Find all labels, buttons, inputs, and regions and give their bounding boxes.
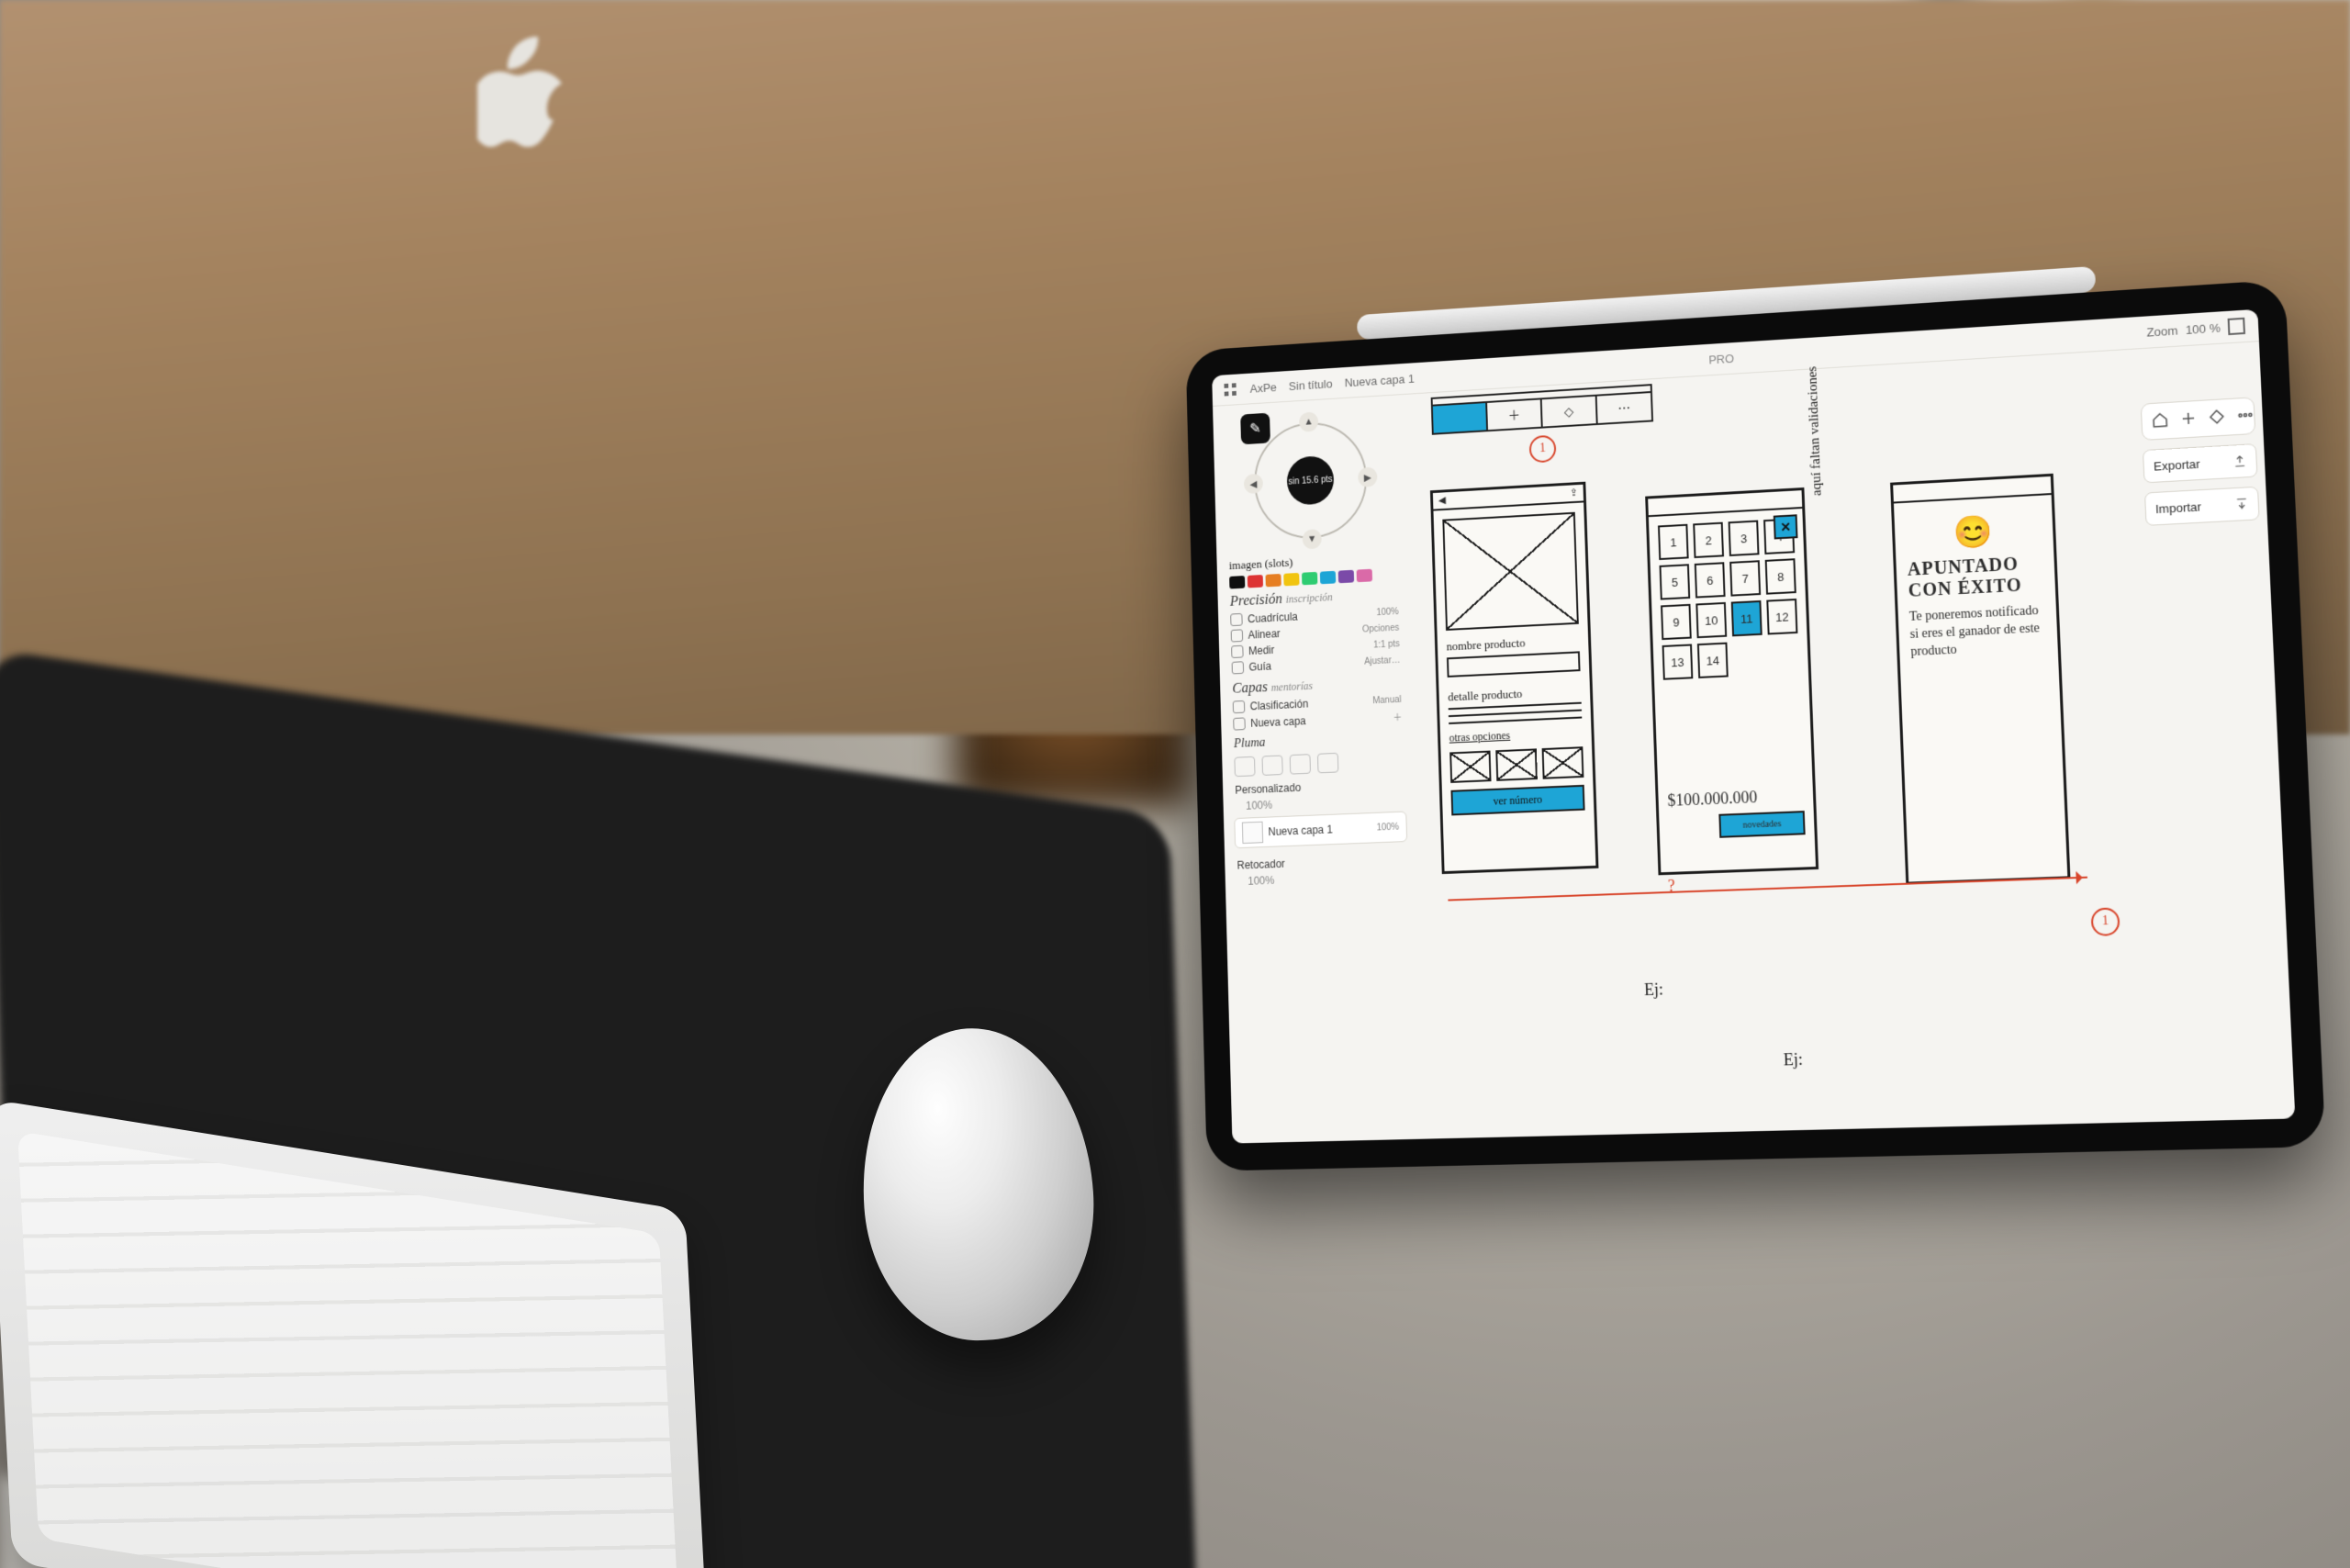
- hero-image-placeholder: [1442, 512, 1579, 631]
- swatch-orange[interactable]: [1265, 574, 1281, 587]
- pencil-tool-icon[interactable]: ✎: [1240, 413, 1270, 445]
- number-keypad: 1 2 3 4 5 6 7 8 9 10 11 12 13 14: [1658, 518, 1799, 679]
- export-button[interactable]: Exportar: [2143, 443, 2258, 483]
- success-body: Te poneremos notificado si eres el ganad…: [1909, 603, 2047, 662]
- success-emoji-icon: 😊: [1895, 510, 2053, 554]
- key: 9: [1661, 604, 1692, 640]
- right-actions: Exportar Importar: [2141, 397, 2260, 526]
- other-options: otras opciones: [1449, 725, 1583, 745]
- swatch-red[interactable]: [1248, 575, 1263, 588]
- swatch-pink[interactable]: [1357, 569, 1372, 583]
- nav-home-icon: [1433, 403, 1488, 433]
- flow-arrow: [1448, 877, 2087, 902]
- more-icon[interactable]: [2236, 406, 2255, 426]
- nav-plus-icon: ＋: [1487, 399, 1543, 430]
- wireframe-success: 😊 Apuntado con Éxito Te poneremos notifi…: [1890, 474, 2070, 885]
- key: 8: [1765, 558, 1796, 594]
- fullscreen-icon[interactable]: [2228, 318, 2245, 335]
- zoom-label: Zoom: [2146, 323, 2178, 339]
- zoom-indicator[interactable]: Zoom 100 %: [2146, 318, 2245, 341]
- flow-marker-end: 1: [2090, 907, 2120, 936]
- dial-seg[interactable]: ▶: [1358, 466, 1377, 487]
- flow-question-mark: ?: [1667, 877, 1675, 896]
- cta-ver-numero: ver número: [1450, 785, 1584, 816]
- breadcrumb: AxPe Sin título Nueva capa 1: [1249, 372, 1414, 396]
- thumbnail-row: [1449, 746, 1583, 783]
- dial-seg[interactable]: ▼: [1303, 529, 1322, 549]
- key: 10: [1695, 602, 1727, 638]
- layer-opacity: 100%: [1376, 822, 1399, 833]
- ej-label-2: Ej:: [1783, 1050, 1803, 1070]
- design-app-screen: AxPe Sin título Nueva capa 1 PRO Zoom 10…: [1212, 309, 2295, 1144]
- stroke-style-icons[interactable]: [1234, 750, 1403, 777]
- ej-label-1: Ej:: [1644, 980, 1663, 1000]
- zoom-value: 100 %: [2185, 320, 2221, 337]
- key: 5: [1660, 564, 1691, 599]
- plus-icon[interactable]: [2179, 409, 2198, 430]
- crumb-file[interactable]: Sin título: [1289, 376, 1333, 392]
- key: 2: [1693, 522, 1724, 558]
- swatch-green[interactable]: [1302, 572, 1317, 585]
- novedades-button: novedades: [1718, 811, 1805, 838]
- tool-panel: ✎ sin 15.6 pts ▲ ▶ ▼ ◀ imagen (slots): [1218, 403, 1414, 890]
- swatch-yellow[interactable]: [1283, 573, 1299, 586]
- apple-logo-icon: [477, 37, 569, 147]
- diamond-icon[interactable]: [2208, 408, 2226, 428]
- layer-thumb-icon: [1242, 822, 1263, 844]
- handwritten-note: aquí faltan validaciones: [1809, 470, 1825, 497]
- key: 7: [1729, 560, 1761, 596]
- nav-shape-icon: ◇: [1542, 397, 1598, 427]
- wireframe-product-detail: ◀⇪ nombre producto detalle producto otra…: [1430, 482, 1599, 874]
- swatch-cyan[interactable]: [1320, 571, 1336, 584]
- crumb-app[interactable]: AxPe: [1249, 380, 1276, 395]
- close-icon: ✕: [1774, 514, 1798, 539]
- crumb-layer[interactable]: Nueva capa 1: [1344, 372, 1414, 389]
- key: 13: [1662, 644, 1694, 679]
- key: 12: [1766, 599, 1797, 634]
- layer-chip[interactable]: Nueva capa 1 100%: [1234, 812, 1407, 849]
- home-icon[interactable]: [2151, 410, 2168, 431]
- product-title: nombre producto: [1446, 633, 1579, 655]
- key-highlight: 11: [1731, 600, 1762, 636]
- shape-tools: [2141, 397, 2256, 441]
- key: 6: [1695, 562, 1726, 598]
- swatch-black[interactable]: [1229, 576, 1245, 588]
- grid-icon[interactable]: [1224, 383, 1236, 396]
- success-heading: Apuntado con Éxito: [1907, 553, 2044, 602]
- desk-photo-scene: AxPe Sin título Nueva capa 1 PRO Zoom 10…: [0, 0, 2350, 1568]
- flow-marker-1: 1: [1529, 435, 1557, 464]
- wireframe-keypad: ✕ 1 2 3 4 5 6 7 8 9 10 11 12 13: [1645, 487, 1818, 875]
- key: 1: [1658, 524, 1689, 560]
- layer-name: Nueva capa 1: [1268, 823, 1333, 838]
- swatch-purple[interactable]: [1338, 570, 1354, 584]
- product-subtitle: detalle producto: [1448, 684, 1581, 704]
- ipad: AxPe Sin título Nueva capa 1 PRO Zoom 10…: [1186, 279, 2326, 1170]
- wireframe-navbar: ＋ ◇ ⋯ 1: [1431, 391, 1655, 469]
- pro-badge: PRO: [1708, 351, 1734, 365]
- tool-dial[interactable]: ✎ sin 15.6 pts ▲ ▶ ▼ ◀: [1244, 410, 1377, 551]
- canvas[interactable]: ✎ sin 15.6 pts ▲ ▶ ▼ ◀ imagen (slots): [1213, 341, 2295, 1143]
- import-button[interactable]: Importar: [2144, 487, 2260, 526]
- key: 14: [1697, 643, 1729, 678]
- nav-more-icon: ⋯: [1597, 393, 1651, 423]
- section-plume: Pluma: [1234, 730, 1403, 752]
- key: 3: [1729, 521, 1760, 556]
- price-label: $100.000.000: [1667, 786, 1804, 811]
